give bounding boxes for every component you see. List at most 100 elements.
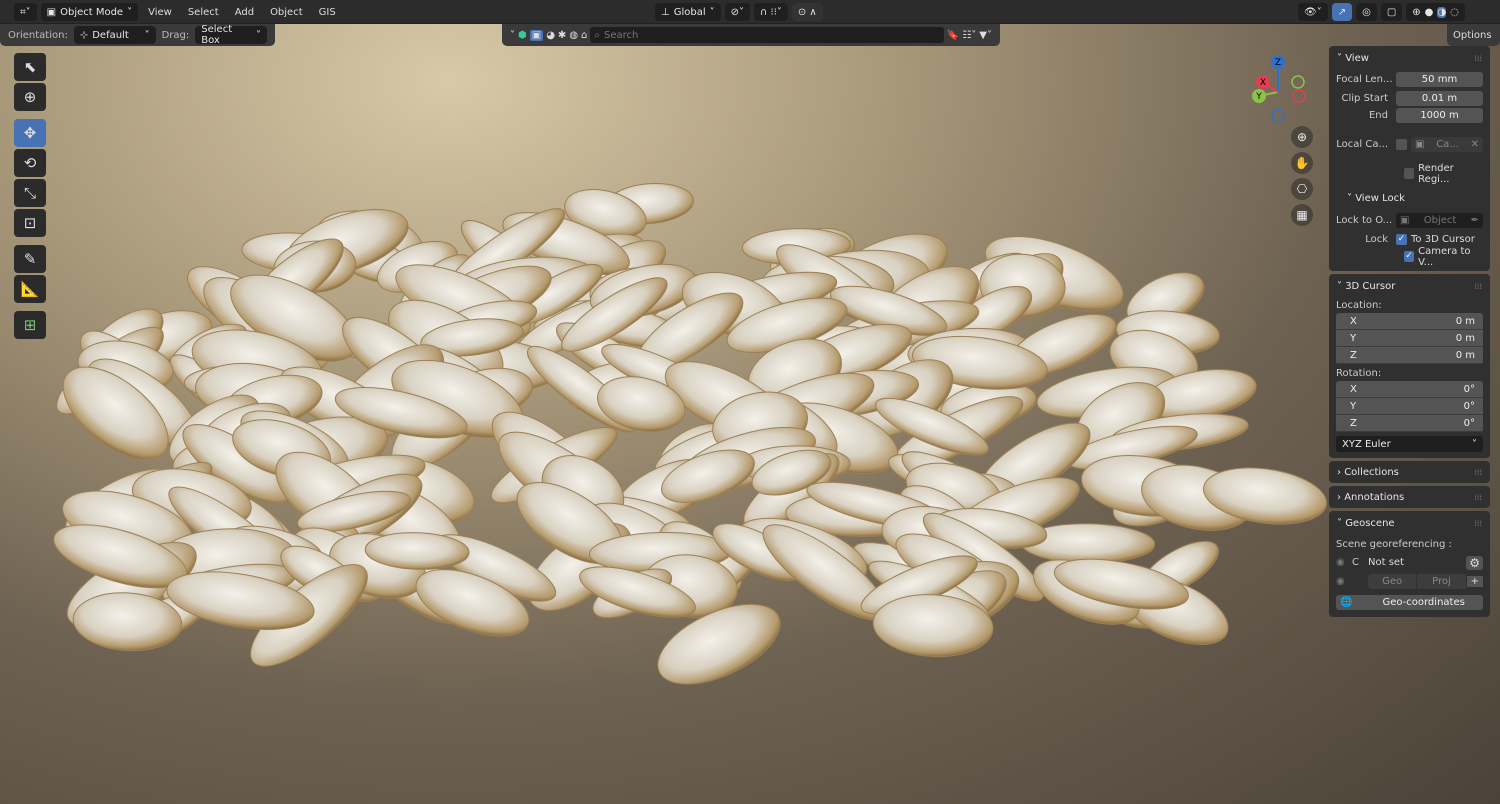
shading-modes[interactable]: ⊕ ● ◑ ◌ (1406, 3, 1465, 21)
cursor-location: X0 m Y0 m Z0 m (1336, 313, 1483, 364)
globe-icon: 🌐 (1340, 597, 1353, 608)
options-button[interactable]: Options (1447, 24, 1500, 46)
camera-view-button[interactable]: ⎔ (1291, 178, 1313, 200)
lock-to-3d-cursor-checkbox[interactable]: ✓ (1396, 234, 1407, 245)
lock-to-object-field[interactable]: ▣ Object ✒ (1396, 213, 1483, 228)
xray-icon: ▢ (1386, 6, 1397, 18)
grip-icon[interactable]: ⁞⁞⁞ (1474, 54, 1482, 63)
geo-button[interactable]: Geo (1368, 574, 1417, 589)
rendered-icon[interactable]: ◌ (1450, 7, 1459, 18)
chevron-down-icon[interactable]: ˅ (510, 30, 515, 41)
search-icon: ⌕ (594, 29, 601, 41)
grip-icon[interactable]: ⁞⁞⁞ (1474, 468, 1482, 477)
radio-icon[interactable]: ◉ (1336, 557, 1352, 568)
geo-coordinates-button[interactable]: 🌐 Geo-coordinates (1336, 595, 1483, 610)
proj-button[interactable]: Proj (1417, 574, 1466, 589)
menu-view[interactable]: View (142, 5, 178, 20)
menu-object[interactable]: Object (264, 5, 309, 20)
annotations-panel[interactable]: › Annotations ⁞⁞⁞ (1329, 486, 1490, 508)
solid-icon[interactable]: ● (1425, 7, 1434, 18)
move-icon: ✥ (23, 124, 37, 142)
cursor-tool[interactable]: ⊕ (14, 83, 46, 111)
camera-to-view-checkbox[interactable]: ✓ (1404, 251, 1415, 262)
cube-icon[interactable]: ⬢ (518, 30, 527, 41)
move-tool[interactable]: ✥ (14, 119, 46, 147)
collections-panel[interactable]: › Collections ⁞⁞⁞ (1329, 461, 1490, 483)
grip-icon[interactable]: ⁞⁞⁞ (1474, 519, 1482, 528)
world-icon[interactable]: ◍ (569, 30, 578, 41)
rotation-y-field[interactable]: Y 0° (1336, 398, 1483, 415)
rotation-z-field[interactable]: Z 0° (1336, 415, 1483, 432)
navigation-gizmo[interactable]: Z Y X (1245, 52, 1315, 126)
zoom-button[interactable]: ⊕ (1291, 126, 1313, 148)
svg-text:X: X (1260, 78, 1266, 88)
light-icon[interactable]: ✱ (558, 30, 566, 41)
transform-icon: ⊡ (23, 214, 37, 232)
add-cube-tool[interactable]: ⊞ (14, 311, 46, 339)
close-icon[interactable]: ✕ (1471, 139, 1479, 150)
grip-icon[interactable]: ⁞⁞⁞ (1474, 493, 1482, 502)
menu-select[interactable]: Select (182, 5, 225, 20)
eye-icon: 👁˅ (1304, 6, 1322, 18)
sidebar: ˅ View ⁞⁞⁞ Focal Len... 50 mm Clip Start 0.… (1329, 46, 1490, 620)
scale-tool[interactable]: ⤡ (14, 179, 46, 207)
view-lock-header[interactable]: ˅ View Lock (1329, 188, 1490, 208)
3d-cursor-header[interactable]: ˅ 3D Cursor ⁞⁞⁞ (1329, 276, 1490, 296)
gizmo-toggle[interactable]: ↗ (1331, 3, 1353, 21)
rotate-tool[interactable]: ⟲ (14, 149, 46, 177)
bookmark-icon[interactable]: 🔖 (947, 30, 959, 41)
focal-length-field[interactable]: 50 mm (1396, 72, 1483, 87)
ruler-icon: 📐 (20, 280, 40, 298)
clip-end-field[interactable]: 1000 m (1396, 108, 1483, 123)
menu-add[interactable]: Add (229, 5, 260, 20)
render-region-checkbox[interactable] (1404, 168, 1415, 179)
location-x-field[interactable]: X0 m (1336, 313, 1483, 330)
orientation-dropdown[interactable]: ⊹ Default ˅ (73, 26, 156, 44)
add-icon[interactable]: + (1466, 576, 1484, 587)
geoscene-header[interactable]: ˅ Geoscene ⁞⁞⁞ (1329, 513, 1490, 533)
transform-orientation-dropdown[interactable]: ⊥ Global ˅ (655, 3, 721, 21)
local-camera-checkbox[interactable] (1396, 139, 1407, 150)
material-icon[interactable]: ◕ (546, 30, 555, 41)
grip-icon[interactable]: ⁞⁞⁞ (1474, 282, 1482, 291)
local-camera-field[interactable]: ▣ Ca... ✕ (1411, 137, 1483, 152)
drag-dropdown[interactable]: Select Box ˅ (195, 24, 267, 46)
svg-text:Y: Y (1255, 92, 1262, 102)
editor-type-button[interactable]: ⌗˅ (14, 3, 37, 21)
filter-icon[interactable]: ▼˅ (979, 30, 992, 41)
eyedropper-icon[interactable]: ✒ (1471, 215, 1479, 226)
radio-icon[interactable]: ◉ (1336, 576, 1368, 587)
svg-text:Z: Z (1275, 58, 1281, 68)
select-box-tool[interactable]: ⬉ (14, 53, 46, 81)
object-filter-icon[interactable]: ▣ (529, 29, 544, 41)
location-z-field[interactable]: Z0 m (1336, 347, 1483, 364)
rotation-mode-dropdown[interactable]: XYZ Euler ˅ (1336, 436, 1483, 452)
pivot-dropdown[interactable]: ⊘˅ (724, 3, 751, 21)
transform-tool[interactable]: ⊡ (14, 209, 46, 237)
asset-toolbar: ˅ ⬢ ▣ ◕ ✱ ◍ ⌂ ⌕ Search 🔖 ☷˅ ▼˅ (502, 24, 1000, 46)
annotate-tool[interactable]: ✎ (14, 245, 46, 273)
hierarchy-icon[interactable]: ☷˅ (962, 30, 976, 41)
magnet-icon: ∩ ⁝⁝˅ (760, 6, 782, 18)
visibility-dropdown[interactable]: 👁˅ (1298, 3, 1328, 21)
measure-tool[interactable]: 📐 (14, 275, 46, 303)
menu-gis[interactable]: GIS (313, 5, 342, 20)
settings-gear-icon[interactable]: ⚙ (1466, 555, 1483, 570)
xray-toggle[interactable]: ▢ (1380, 3, 1403, 21)
rotation-x-field[interactable]: X 0° (1336, 381, 1483, 398)
clip-start-field[interactable]: 0.01 m (1396, 91, 1483, 106)
wireframe-icon[interactable]: ⊕ (1412, 7, 1420, 18)
overlay-toggle[interactable]: ◎ (1356, 3, 1377, 21)
view-panel-header[interactable]: ˅ View ⁞⁞⁞ (1329, 48, 1490, 68)
pencil-icon: ✎ (23, 250, 37, 268)
search-input[interactable]: ⌕ Search (590, 27, 944, 43)
pan-button[interactable]: ✋ (1291, 152, 1313, 174)
proportional-edit-toggle[interactable]: ⊙ ∧ (791, 3, 823, 21)
snap-toggle[interactable]: ∩ ⁝⁝˅ (754, 3, 788, 21)
location-y-field[interactable]: Y0 m (1336, 330, 1483, 347)
chevron-right-icon: › (1337, 491, 1345, 503)
perspective-toggle[interactable]: ▦ (1291, 204, 1313, 226)
brush-icon[interactable]: ⌂ (581, 30, 587, 41)
material-preview-icon[interactable]: ◑ (1437, 6, 1447, 18)
mode-dropdown[interactable]: ▣ Object Mode ˅ (40, 3, 139, 21)
